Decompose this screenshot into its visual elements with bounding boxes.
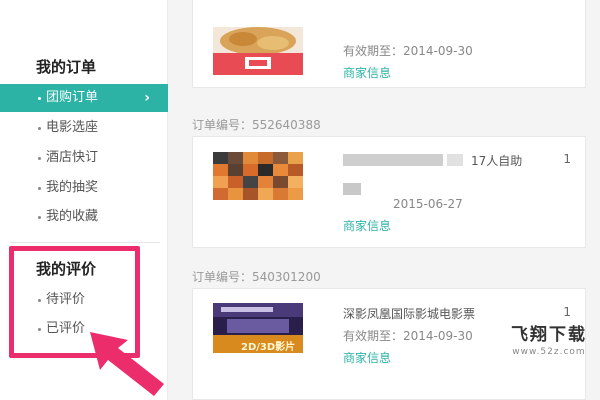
order-thumbnail[interactable]	[213, 152, 303, 200]
bullet-icon	[38, 187, 41, 190]
sidebar-item-group-orders[interactable]: 团购订单 ›	[0, 84, 168, 112]
validity-date: 有效期至：2014-09-30	[343, 44, 473, 58]
validity-date: 有效期至：2014-09-30	[343, 329, 473, 343]
merchant-info-link[interactable]: 商家信息	[343, 217, 391, 234]
sidebar-item-label: 我的收藏	[46, 209, 99, 224]
sidebar-item-movie-seats[interactable]: 电影选座	[0, 114, 168, 142]
sidebar-item-my-lottery[interactable]: 我的抽奖	[0, 174, 168, 202]
sidebar-item-my-favorites[interactable]: 我的收藏	[0, 203, 168, 231]
merchant-info-link[interactable]: 商家信息	[343, 64, 391, 81]
order-number: 订单编号：552640388	[192, 118, 321, 132]
product-title[interactable]: 17人自助	[471, 152, 522, 169]
sidebar-item-hotel-booking[interactable]: 酒店快订	[0, 144, 168, 172]
sidebar-item-label: 团购订单	[46, 90, 99, 105]
watermark: 飞翔下载 www.52z.com	[508, 320, 590, 357]
sidebar-item-label: 酒店快订	[46, 150, 99, 165]
bullet-icon	[38, 157, 41, 160]
sidebar-item-label: 我的抽奖	[46, 180, 99, 195]
order-card: 有效期至：2014-09-30 商家信息	[192, 0, 586, 88]
food-image	[213, 27, 303, 75]
validity-date: 2015-06-27	[393, 197, 463, 211]
bullet-icon	[38, 97, 41, 100]
sidebar-item-label: 电影选座	[46, 120, 99, 135]
product-title[interactable]: 深影凤凰国际影城电影票	[343, 305, 475, 322]
quantity: 1	[563, 305, 571, 319]
orders-heading: 我的订单	[36, 58, 97, 76]
bullet-icon	[38, 216, 41, 219]
quantity: 1	[563, 152, 571, 166]
sidebar-divider	[10, 242, 160, 243]
order-thumbnail[interactable]	[213, 27, 303, 75]
watermark-url: www.52z.com	[512, 347, 586, 357]
order-number: 订单编号：540301200	[192, 270, 321, 284]
chevron-right-icon: ›	[144, 90, 150, 106]
poster-caption: 2D/3D影片	[241, 342, 296, 353]
bullet-icon	[38, 127, 41, 130]
order-thumbnail[interactable]: 2D/3D影片	[213, 303, 303, 353]
merchant-info-link[interactable]: 商家信息	[343, 349, 391, 366]
pixelated-image	[213, 152, 303, 200]
obscured-text	[343, 183, 361, 195]
watermark-logo-text: 飞翔下载	[511, 325, 587, 345]
obscured-text	[343, 154, 443, 166]
order-card: 17人自助 1 2015-06-27 商家信息	[192, 136, 586, 248]
obscured-text	[447, 154, 463, 166]
pointer-arrow-icon	[90, 332, 164, 396]
